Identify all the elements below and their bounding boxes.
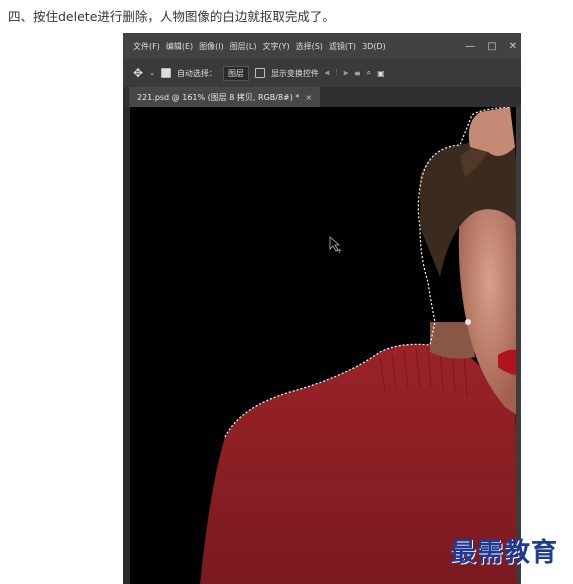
menu-filter[interactable]: 滤镜(T) <box>326 41 359 52</box>
document-tab-title: 221.psd @ 161% (图层 8 拷贝, RGB/8#) * <box>137 92 300 102</box>
search-icon[interactable]: ⌕ <box>367 68 371 78</box>
menu-layer[interactable]: 图层(L) <box>227 41 260 52</box>
move-cursor-icon: ⁜ <box>329 236 342 255</box>
photoshop-window: 文件(F) 编辑(E) 图像(I) 图层(L) 文字(Y) 选择(S) 滤镜(T… <box>123 33 521 584</box>
toolbar-strip <box>123 107 130 584</box>
menu-edit[interactable]: 编辑(E) <box>163 41 196 52</box>
photo-cutout: ⁜ <box>200 107 520 584</box>
menu-image[interactable]: 图像(I) <box>196 41 227 52</box>
align-right-icon[interactable]: ⫸ <box>343 68 348 78</box>
align-left-icon[interactable]: ⫷ <box>325 68 330 78</box>
menu-type[interactable]: 文字(Y) <box>259 41 292 52</box>
auto-select-checkbox[interactable] <box>160 68 171 78</box>
workspace-icon[interactable]: ▣ <box>377 69 385 78</box>
right-scrollbar[interactable] <box>516 107 521 584</box>
chevron-down-icon[interactable]: ⌄ <box>149 69 155 77</box>
options-bar: ✥ ⌄ 自动选择： 图层 显示变换控件 ⫷ ⫶ ⫸ ≡ ⌕ ▣ <box>123 59 521 87</box>
document-canvas[interactable]: ⁜ <box>130 107 520 584</box>
watermark-text: 最需教育 <box>450 538 559 568</box>
minimize-button[interactable]: — <box>465 41 475 52</box>
move-tool-icon[interactable]: ✥ <box>133 66 143 80</box>
caption-text: 四、按住delete进行删除，人物图像的白边就抠取完成了。 <box>8 9 335 24</box>
show-transform-label: 显示变换控件 <box>270 68 319 78</box>
svg-text:⁜: ⁜ <box>337 248 342 255</box>
document-tab-bar: 221.psd @ 161% (图层 8 拷贝, RGB/8#) * × <box>123 87 521 107</box>
close-tab-button[interactable]: × <box>305 93 312 102</box>
restore-button[interactable]: □ <box>487 41 496 52</box>
menu-bar: 文件(F) 编辑(E) 图像(I) 图层(L) 文字(Y) 选择(S) 滤镜(T… <box>123 33 521 59</box>
auto-select-label: 自动选择： <box>176 68 217 78</box>
distribute-icon[interactable]: ≡ <box>354 69 361 78</box>
align-center-icon[interactable]: ⫶ <box>335 68 337 78</box>
layer-select-dropdown[interactable]: 图层 <box>222 65 249 81</box>
menu-file[interactable]: 文件(F) <box>123 41 163 52</box>
close-window-button[interactable]: ✕ <box>509 41 517 52</box>
menu-select[interactable]: 选择(S) <box>293 41 326 52</box>
show-transform-checkbox[interactable] <box>254 68 265 78</box>
menu-3d[interactable]: 3D(D) <box>359 42 389 51</box>
document-tab[interactable]: 221.psd @ 161% (图层 8 拷贝, RGB/8#) * × <box>129 87 321 107</box>
